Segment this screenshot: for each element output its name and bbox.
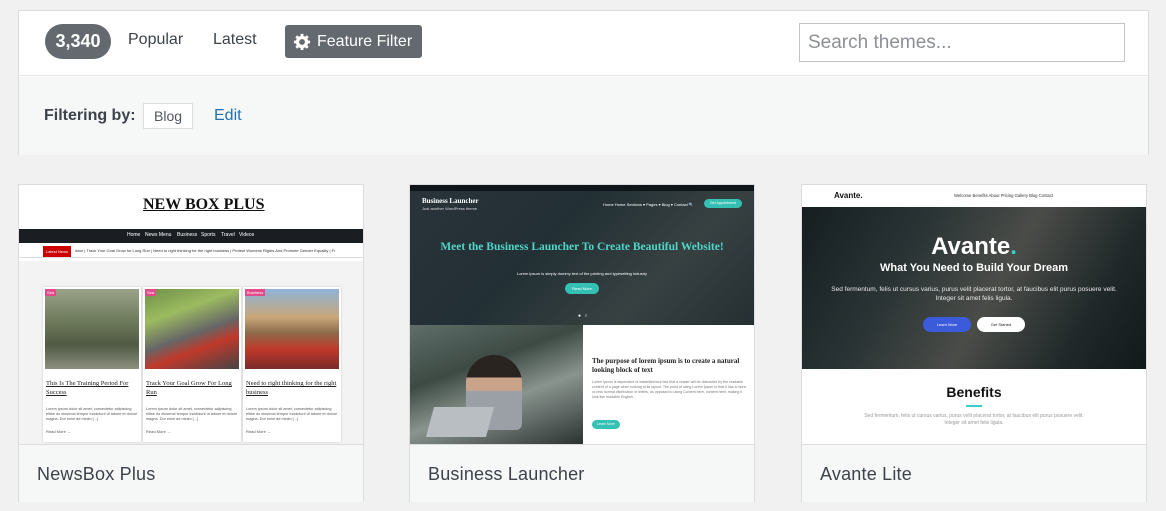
preview-header: Avante. Welcome Benefits About Pricing G… — [802, 185, 1146, 207]
preview-ticker: Latest News ision | Track Your Goal Grow… — [19, 245, 363, 258]
theme-count-badge: 3,340 — [45, 24, 111, 59]
active-filters-row: Filtering by: Blog Edit — [19, 77, 1148, 155]
preview-hero: Avante. What You Need to Build Your Drea… — [802, 207, 1146, 369]
preview-cta-button: Get Appointment — [704, 199, 742, 208]
preview-nav-item: News Menu — [145, 232, 172, 238]
filter-tag-blog: Blog — [143, 103, 194, 129]
preview-logo: Avante. — [834, 191, 863, 200]
preview-menu: Home Home Sections ▾ Pages ▾ Blog ▾ Cont… — [603, 202, 694, 207]
preview-post-excerpt: Lorem ipsum dolor sit amet, consectetur … — [46, 407, 138, 421]
theme-screenshot: Avante. Welcome Benefits About Pricing G… — [802, 185, 1146, 444]
preview-latest-label: Latest News — [43, 246, 71, 257]
preview-logo: Business Launcher — [422, 197, 479, 205]
preview-post-title: Need to right thinking for the right bus… — [246, 380, 337, 396]
preview-post-read-more: Read More → — [46, 429, 71, 434]
preview-nav-item: Home — [127, 232, 141, 238]
preview-hero-tagline: What You Need to Build Your Dream — [879, 262, 1069, 274]
preview-benefits-text: Sed fermentum, felis ut cursus varius, p… — [864, 413, 1084, 426]
filter-latest-link[interactable]: Latest — [213, 31, 257, 49]
theme-name: NewsBox Plus — [19, 444, 363, 502]
preview-hero-subtext: Lorem ipsum is simply dummy text of the … — [516, 271, 648, 276]
preview-hero-description: Sed fermentum, felis ut cursus varius, p… — [831, 286, 1117, 302]
preview-text-section: The purpose of lorem ipsum is to create … — [583, 325, 754, 444]
preview-nav-item: Videos — [239, 232, 255, 238]
preview-learn-more-button: Learn More — [923, 317, 971, 332]
preview-post: Business Need to right thinking for the … — [243, 287, 341, 442]
preview-post-excerpt: Lorem ipsum dolor sit amet, consectetur … — [246, 407, 338, 421]
preview-post-category: Sea — [45, 289, 57, 296]
preview-nav-item: Business — [177, 232, 198, 238]
preview-ticker-text: ision | Track Your Goal Grow for Long Ru… — [75, 248, 336, 253]
preview-section-button: Learn More — [592, 420, 620, 429]
filtering-by-label: Filtering by: — [44, 107, 136, 124]
preview-benefits-divider — [966, 405, 982, 407]
filter-links-row: 3,340 Popular Latest Feature Filter — [19, 11, 1148, 76]
preview-post-excerpt: Lorem ipsum dolor sit amet, consectetur … — [146, 407, 238, 421]
preview-photo — [410, 325, 583, 444]
preview-post-read-more: Read More → — [146, 429, 171, 434]
edit-filters-link[interactable]: Edit — [214, 107, 242, 125]
filter-popular-link[interactable]: Popular — [128, 31, 183, 49]
preview-logo: NEW BOX PLUS — [143, 196, 265, 213]
preview-posts: Sea This Is The Training Period For Succ… — [19, 261, 363, 444]
preview-post-category: Business — [245, 289, 266, 296]
preview-post-title: Track Your Goal Grow For Long Run — [146, 380, 232, 396]
preview-tagline: Just another WordPress theme — [422, 206, 478, 211]
preview-nav-item: Sports — [201, 232, 216, 238]
preview-read-more-button: Read More — [565, 283, 599, 294]
preview-hero-title-text: Avante — [931, 233, 1011, 260]
search-themes-input[interactable] — [799, 23, 1125, 62]
preview-headline: Meet the Business Launcher To Create Bea… — [440, 241, 724, 253]
theme-name: Avante Lite — [802, 444, 1146, 502]
preview-slider-dots: ● ○ — [578, 313, 589, 319]
theme-name: Business Launcher — [410, 444, 754, 502]
preview-post-image — [45, 289, 139, 369]
preview-post-category: Sea — [145, 289, 157, 296]
preview-menu: Welcome Benefits About Pricing Gallery B… — [954, 193, 1054, 198]
preview-section-body: Lorem ipsum is dependent of establishmen… — [592, 380, 747, 399]
theme-screenshot: Business Launcher Just another WordPress… — [410, 185, 754, 444]
theme-card-avante-lite[interactable]: Avante. Welcome Benefits About Pricing G… — [801, 184, 1147, 502]
preview-nav-item: Travel — [221, 232, 235, 238]
theme-screenshot: NEW BOX PLUS Home News Menu Business Spo… — [19, 185, 363, 444]
preview-post-read-more: Read More → — [246, 429, 271, 434]
preview-laptop-shape — [425, 407, 495, 437]
feature-filter-button[interactable]: Feature Filter — [285, 25, 422, 58]
preview-post: Sea This Is The Training Period For Succ… — [43, 287, 141, 442]
preview-section-title: The purpose of lorem ipsum is to create … — [592, 357, 740, 374]
preview-post-image — [245, 289, 339, 369]
theme-filter-bar: 3,340 Popular Latest Feature Filter Filt… — [18, 10, 1149, 155]
gear-icon — [293, 33, 311, 51]
theme-card-business-launcher[interactable]: Business Launcher Just another WordPress… — [409, 184, 755, 502]
preview-hero-title: Avante. — [802, 233, 1146, 261]
preview-post-title: This Is The Training Period For Success — [46, 380, 129, 396]
preview-post-image — [145, 289, 239, 369]
preview-topbar — [410, 185, 754, 191]
preview-benefits-title: Benefits — [946, 384, 1002, 400]
theme-card-newsbox-plus[interactable]: NEW BOX PLUS Home News Menu Business Spo… — [18, 184, 364, 502]
preview-nav: Home News Menu Business Sports Travel Vi… — [19, 229, 363, 243]
preview-benefits-section: Benefits Sed fermentum, felis ut cursus … — [802, 369, 1146, 444]
preview-hero-title-dot: . — [1010, 233, 1017, 260]
feature-filter-label: Feature Filter — [317, 33, 413, 50]
preview-post: Sea Track Your Goal Grow For Long Run Lo… — [143, 287, 241, 442]
preview-get-started-button: Get Started — [977, 317, 1025, 332]
